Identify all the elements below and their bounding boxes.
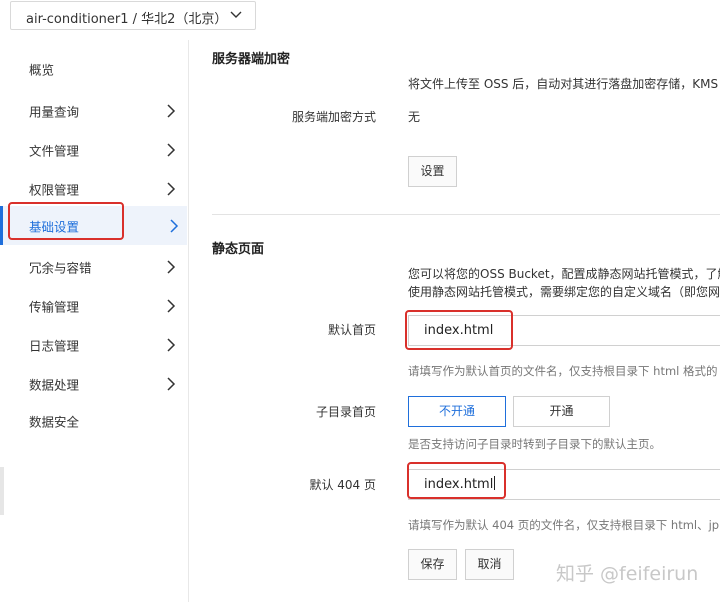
chevron-right-icon — [167, 376, 176, 391]
subdir-index-hint: 是否支持访问子目录时转到子目录下的默认主页。 — [408, 437, 661, 451]
sidebar-item-label: 概览 — [29, 62, 55, 77]
subdir-off-button[interactable]: 不开通 — [408, 396, 506, 427]
encryption-description: 将文件上传至 OSS 后，自动对其进行落盘加密存储，KMS 加 — [408, 77, 720, 91]
watermark-text: 知乎 @feifeirun — [556, 563, 699, 585]
default-404-hint: 请填写作为默认 404 页的文件名，仅支持根目录下 html、jp — [408, 518, 720, 532]
sidebar-item-label: 数据安全 — [29, 414, 80, 429]
chevron-right-icon — [167, 259, 176, 274]
chevron-right-icon — [167, 181, 176, 196]
sidebar-item-label: 权限管理 — [29, 182, 80, 197]
sidebar-item-transfer[interactable]: 传输管理 — [0, 286, 187, 325]
sidebar-item-label: 数据处理 — [29, 377, 80, 392]
sidebar-item-label: 用量查询 — [29, 104, 80, 119]
sidebar-item-data-security[interactable]: 数据安全 — [0, 401, 187, 440]
section-divider — [212, 214, 720, 215]
save-button[interactable]: 保存 — [408, 549, 457, 580]
sidebar-item-overview[interactable]: 概览 — [0, 49, 187, 88]
text-cursor — [494, 476, 496, 490]
sidebar-item-label: 传输管理 — [29, 299, 80, 314]
section-title-encryption: 服务器端加密 — [212, 52, 291, 67]
cancel-button[interactable]: 取消 — [465, 549, 514, 580]
sidebar-item-label: 基础设置 — [29, 219, 80, 234]
sidebar-item-logs[interactable]: 日志管理 — [0, 325, 187, 364]
default-404-input[interactable]: index.html — [408, 469, 720, 500]
encryption-method-value: 无 — [408, 110, 421, 124]
bucket-selector[interactable]: air-conditioner1 / 华北2（北京） — [10, 1, 256, 30]
sidebar-item-label: 冗余与容错 — [29, 260, 92, 275]
sidebar-item-usage[interactable]: 用量查询 — [0, 91, 187, 130]
static-page-description-line2: 使用静态网站托管模式，需要绑定您的自定义域名（即您网站 — [408, 285, 720, 299]
chevron-right-icon — [167, 337, 176, 352]
sidebar: 概览 用量查询 文件管理 权限管理 基础设置 冗余与容错 传输管理 日志管理 数… — [0, 40, 189, 602]
bucket-selector-label: air-conditioner1 / 华北2（北京） — [26, 12, 228, 27]
default-index-hint: 请填写作为默认首页的文件名，仅支持根目录下 html 格式的 — [408, 364, 718, 378]
default-index-value: index.html — [424, 323, 494, 338]
sidebar-item-files[interactable]: 文件管理 — [0, 130, 187, 169]
sidebar-item-data-processing[interactable]: 数据处理 — [0, 364, 187, 403]
encryption-settings-button[interactable]: 设置 — [408, 156, 457, 187]
section-title-static-page: 静态页面 — [212, 242, 265, 257]
sidebar-item-basic-settings[interactable]: 基础设置 — [0, 206, 187, 245]
sidebar-item-label: 日志管理 — [29, 338, 80, 353]
collapse-handle[interactable] — [0, 467, 4, 515]
subdir-on-button[interactable]: 开通 — [513, 396, 610, 427]
chevron-right-icon — [167, 142, 176, 157]
chevron-right-icon — [170, 218, 179, 233]
sidebar-item-redundancy[interactable]: 冗余与容错 — [0, 247, 187, 286]
default-404-label: 默认 404 页 — [309, 478, 376, 492]
chevron-right-icon — [167, 298, 176, 313]
default-index-input[interactable]: index.html — [408, 315, 720, 346]
subdir-index-label: 子目录首页 — [315, 405, 376, 419]
encryption-method-label: 服务端加密方式 — [291, 110, 376, 124]
sidebar-item-permissions[interactable]: 权限管理 — [0, 169, 187, 208]
chevron-down-icon — [230, 11, 242, 18]
default-404-value: index.html — [424, 477, 494, 492]
sidebar-item-label: 文件管理 — [29, 143, 80, 158]
chevron-right-icon — [167, 103, 176, 118]
default-index-label: 默认首页 — [327, 323, 376, 337]
static-page-description-line1: 您可以将您的OSS Bucket，配置成静态网站托管模式，了解 — [408, 267, 720, 281]
